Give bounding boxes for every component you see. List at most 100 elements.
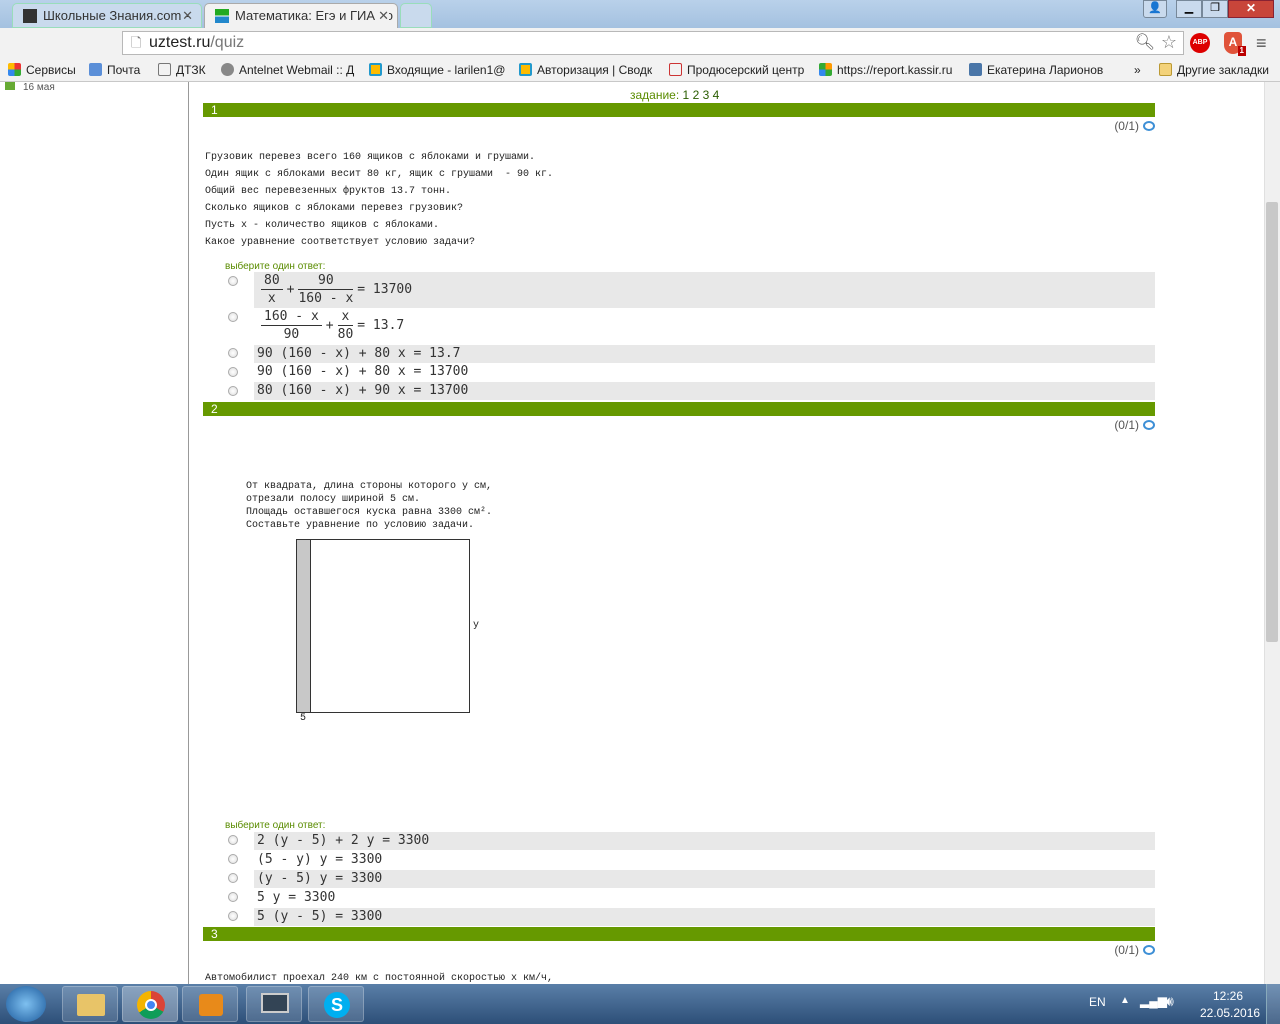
comment-icon[interactable]: [1143, 945, 1155, 955]
answer-option[interactable]: 160 - x 90 + x 80 = 13.7: [254, 308, 1155, 344]
answer-option[interactable]: 5 (y - 5) = 3300: [254, 908, 1155, 926]
task-link-3[interactable]: 3: [703, 88, 710, 102]
bookmarks-bar: Сервисы Почта ДТЗК Antelnet Webmail :: Д…: [0, 58, 1280, 82]
fraction: 160 - x 90: [261, 308, 322, 343]
bookmark-inbox[interactable]: Входящие - larilen1@: [369, 58, 505, 82]
numerator: 160 - x: [261, 308, 322, 326]
extension-badge: 1: [1237, 46, 1246, 56]
explorer-taskbar-icon[interactable]: [62, 986, 118, 1022]
restore-button[interactable]: ❐: [1202, 0, 1228, 18]
tray-expand-icon[interactable]: ▲: [1120, 995, 1130, 1006]
pick-one-label: выберите один ответ:: [225, 261, 326, 272]
extension-a-icon[interactable]: A1: [1224, 32, 1246, 56]
zoom-icon[interactable]: 🔍︎: [1135, 32, 1155, 54]
answer-option[interactable]: 5 y = 3300: [254, 889, 1155, 907]
sidebar-date[interactable]: 16 мая: [5, 82, 55, 90]
numerator: 90: [298, 272, 354, 290]
bookmark-dtzk[interactable]: ДТЗК: [158, 58, 206, 82]
answer-option[interactable]: 80 (160 - x) + 90 x = 13700: [254, 382, 1155, 400]
bookmark-label: Antelnet Webmail :: Д: [239, 63, 355, 77]
start-button[interactable]: [6, 986, 46, 1022]
rhs: = 13700: [357, 282, 413, 297]
comment-icon[interactable]: [1143, 420, 1155, 430]
denominator: x: [267, 291, 276, 306]
menu-icon[interactable]: ≡: [1256, 33, 1267, 54]
text-line: Составьте уравнение по условию задачи.: [246, 520, 475, 531]
answer-option[interactable]: (y - 5) y = 3300: [254, 870, 1155, 888]
text-line: Общий вес перевезенных фруктов 13.7 тонн…: [205, 186, 452, 197]
bookmark-mail[interactable]: Почта: [89, 58, 140, 82]
bookmark-antelnet[interactable]: Antelnet Webmail :: Д: [221, 58, 354, 82]
answer-radio[interactable]: [228, 835, 238, 845]
adblock-icon[interactable]: ABP: [1190, 33, 1210, 53]
user-icon[interactable]: 👤: [1143, 0, 1167, 18]
chrome-taskbar-icon[interactable]: [122, 986, 178, 1022]
answer-radio[interactable]: [228, 276, 238, 286]
close-tab-icon[interactable]: ✕: [375, 4, 389, 28]
bookmark-producer[interactable]: Продюсерский центр: [669, 58, 804, 82]
bookmark-auth[interactable]: Авторизация | Сводк: [519, 58, 652, 82]
tab-label: Школьные Знания.com -: [43, 8, 190, 23]
fraction: x 80: [337, 308, 354, 343]
question-1-score: (0/1): [1114, 119, 1155, 133]
answer-radio[interactable]: [228, 911, 238, 921]
bookmark-label: Входящие - larilen1@: [387, 63, 506, 77]
tab-znania[interactable]: Школьные Знания.com - ✕: [12, 3, 202, 28]
task-link-2[interactable]: 2: [693, 88, 700, 102]
calendar-icon: [5, 82, 15, 90]
mail-icon: [89, 63, 102, 76]
task-label: задание:: [630, 88, 680, 102]
network-icon[interactable]: ▂▄▆: [1140, 994, 1167, 1008]
answer-radio[interactable]: [228, 892, 238, 902]
bookmark-label: ДТЗК: [176, 63, 206, 77]
close-tab-icon[interactable]: ✕: [182, 4, 193, 27]
star-icon[interactable]: ☆: [1161, 31, 1177, 53]
task-link-4[interactable]: 4: [713, 88, 720, 102]
answer-radio[interactable]: [228, 348, 238, 358]
url-host: uztest.ru: [149, 34, 211, 51]
address-bar[interactable]: 🗋 uztest.ru/quiz 🔍︎ ☆: [122, 31, 1184, 55]
scrollbar-thumb[interactable]: [1266, 202, 1278, 642]
score-label: (0/1): [1114, 418, 1139, 432]
new-tab-button[interactable]: [400, 3, 432, 28]
task-link-1[interactable]: 1: [683, 88, 690, 102]
bookmark-kassir[interactable]: https://report.kassir.ru: [819, 58, 952, 82]
clock-date[interactable]: 22.05.2016: [1200, 1006, 1260, 1020]
skype-taskbar-icon[interactable]: S: [308, 986, 364, 1022]
text-line: Какое уравнение соответствует условию за…: [205, 237, 476, 248]
answer-option[interactable]: (5 - y) y = 3300: [254, 851, 1155, 869]
close-window-button[interactable]: ✕: [1228, 0, 1274, 18]
answer-option[interactable]: 90 (160 - x) + 80 x = 13.7: [254, 345, 1155, 363]
answer-option[interactable]: 2 (y - 5) + 2 y = 3300: [254, 832, 1155, 850]
answer-radio[interactable]: [228, 312, 238, 322]
clock-time[interactable]: 12:26: [1213, 989, 1243, 1003]
numerator: x: [337, 308, 354, 326]
more-bookmarks-button[interactable]: »: [1134, 58, 1141, 82]
other-bookmarks[interactable]: Другие закладки: [1159, 58, 1269, 82]
media-player-taskbar-icon[interactable]: [182, 986, 238, 1022]
sidebar-divider: [188, 82, 189, 984]
answer-radio[interactable]: [228, 367, 238, 377]
text-line: Один ящик с яблоками весит 80 кг, ящик с…: [205, 169, 554, 180]
bookmark-services[interactable]: Сервисы: [8, 58, 76, 82]
adblock-label: ABP: [1192, 39, 1208, 46]
page-icon: 🗋: [131, 35, 142, 50]
answer-radio[interactable]: [228, 873, 238, 883]
answer-option[interactable]: 80 x +90 160 - x = 13700: [254, 272, 1155, 308]
denominator: 160 - x: [298, 291, 354, 306]
comment-icon[interactable]: [1143, 121, 1155, 131]
answer-radio[interactable]: [228, 386, 238, 396]
minimize-button[interactable]: ▁: [1176, 0, 1202, 18]
tab-uztest[interactable]: Математика: Егэ и ГИА по ✕: [204, 3, 398, 28]
answer-option[interactable]: 90 (160 - x) + 80 x = 13700: [254, 363, 1155, 381]
volume-icon[interactable]: 🔊︎: [1165, 993, 1174, 1010]
bookmark-vk[interactable]: Екатерина Ларионов: [969, 58, 1103, 82]
show-desktop-button[interactable]: [1266, 984, 1280, 1024]
language-indicator[interactable]: EN: [1089, 995, 1106, 1009]
computer-taskbar-icon[interactable]: [246, 986, 302, 1022]
vk-icon: [969, 63, 982, 76]
question-2-text: От квадрата, длина стороны которого y см…: [246, 480, 492, 532]
answer-radio[interactable]: [228, 854, 238, 864]
producer-icon: [669, 63, 682, 76]
question-1-header: 1: [203, 103, 1155, 117]
